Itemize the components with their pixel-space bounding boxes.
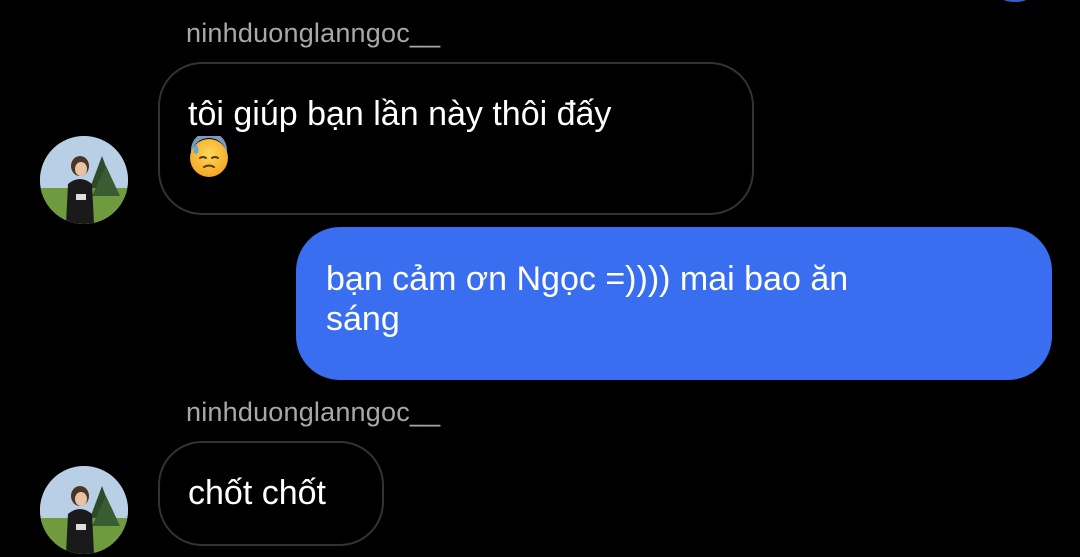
avatar[interactable] <box>40 136 128 224</box>
message-text: chốt chốt <box>188 474 326 512</box>
profile-photo-icon <box>40 466 128 554</box>
emoji-row <box>188 136 724 178</box>
message-text: bạn cảm ơn Ngọc =)))) mai bao ăn sáng <box>326 260 849 338</box>
sender-name: ninhduonglanngoc__ <box>186 18 441 48</box>
incoming-message-bubble[interactable]: chốt chốt <box>158 441 384 546</box>
previous-message-bubble-edge <box>980 0 1050 2</box>
avatar[interactable] <box>40 466 128 554</box>
incoming-message-bubble[interactable]: tôi giúp bạn lần này thôi đấy <box>158 62 754 215</box>
downcast-face-with-sweat-icon <box>190 136 228 177</box>
outgoing-message-bubble[interactable]: bạn cảm ơn Ngọc =)))) mai bao ăn sáng <box>296 227 1052 380</box>
sender-name: ninhduonglanngoc__ <box>186 397 441 427</box>
message-text: tôi giúp bạn lần này thôi đấy <box>188 95 612 133</box>
profile-photo-icon <box>40 136 128 224</box>
